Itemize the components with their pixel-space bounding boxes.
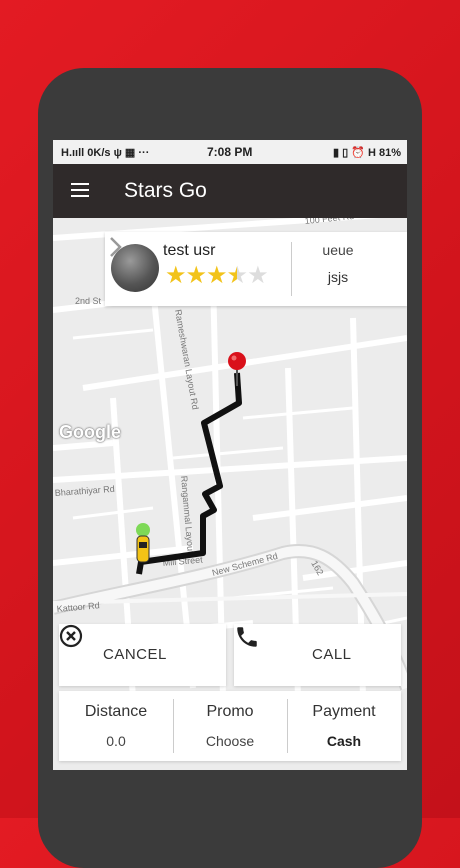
status-left: H.ııll 0K/s ψ ▦ ···	[61, 147, 150, 159]
phone-icon	[237, 627, 257, 647]
card-divider	[291, 242, 292, 296]
rating-star-icon: ★	[185, 262, 207, 289]
promo-section[interactable]: Promo Choose	[173, 691, 287, 761]
call-label: CALL	[312, 646, 352, 663]
driver-card[interactable]: test usr ★★★★★ ueue jsjs	[105, 232, 407, 306]
cancel-label: CANCEL	[103, 646, 167, 663]
car-plate: jsjs	[327, 269, 349, 285]
call-button[interactable]: CALL	[234, 624, 401, 686]
car-marker-icon[interactable]	[136, 523, 150, 563]
google-logo: Google	[59, 422, 121, 442]
promo-title: Promo	[206, 703, 254, 720]
app-title: Stars Go	[124, 179, 207, 202]
app-screen: H.ııll 0K/s ψ ▦ ··· 7:08 PM ▮ ▯ ⏰ H 81% …	[53, 140, 407, 770]
status-right: ▮ ▯ ⏰ H 81%	[333, 147, 401, 159]
promo-value[interactable]: Choose	[173, 733, 287, 749]
payment-value[interactable]: Cash	[287, 733, 401, 749]
svg-text:2nd St: 2nd St	[75, 296, 102, 306]
rating-star-half-icon: ★	[226, 262, 248, 289]
app-bar: Stars Go	[53, 164, 407, 218]
cancel-button[interactable]: CANCEL	[59, 624, 226, 686]
distance-value: 0.0	[106, 733, 126, 749]
distance-title: Distance	[84, 703, 148, 720]
rating-star-icon: ★	[206, 262, 227, 289]
car-model: ueue	[322, 242, 354, 258]
hamburger-menu-icon[interactable]	[71, 183, 89, 197]
driver-rating: ★★★★★	[165, 262, 269, 289]
payment-section[interactable]: Payment Cash	[287, 691, 401, 761]
status-time: 7:08 PM	[207, 145, 253, 159]
payment-title: Payment	[312, 703, 376, 720]
cancel-circle-icon	[59, 624, 83, 648]
status-bar: H.ııll 0K/s ψ ▦ ··· 7:08 PM ▮ ▯ ⏰ H 81%	[53, 140, 407, 164]
trip-info-row: Distance 0.0 Promo Choose Payment Cash	[59, 691, 401, 761]
rating-star-empty-icon: ★	[247, 262, 268, 289]
rating-star-icon: ★	[165, 262, 186, 289]
driver-name: test usr	[163, 242, 216, 259]
map-view[interactable]: 100 Feet Rd 2nd St Rameshwaran Layout Rd…	[53, 218, 407, 770]
action-buttons: CANCEL CALL	[59, 624, 401, 686]
distance-section: Distance 0.0	[59, 691, 173, 761]
chevron-right-icon[interactable]	[105, 232, 127, 262]
